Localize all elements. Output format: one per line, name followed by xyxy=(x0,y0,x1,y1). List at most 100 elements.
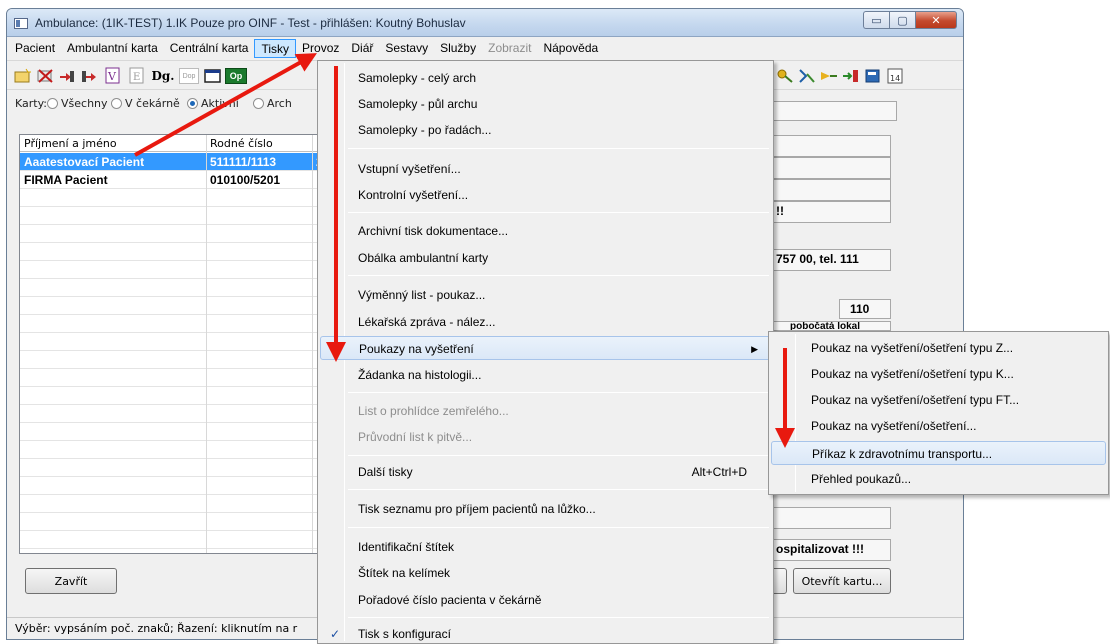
menu-item-kontrolni[interactable]: Kontrolní vyšetření... xyxy=(320,183,771,207)
v-icon[interactable]: V xyxy=(103,66,123,86)
menu-item-tisk-seznamu[interactable]: Tisk seznamu pro příjem pacientů na lůžk… xyxy=(320,497,771,521)
menu-centralni-karta[interactable]: Centrální karta xyxy=(164,39,255,58)
table-row[interactable] xyxy=(20,369,320,387)
delete-card-icon[interactable] xyxy=(35,66,55,86)
filter-archive[interactable]: Arch xyxy=(253,97,292,110)
menu-tisky[interactable]: Tisky xyxy=(254,39,297,58)
menu-item-tisk-konfigurace[interactable]: ✓ Tisk s konfigurací xyxy=(320,622,771,644)
menu-item-archivni[interactable]: Archivní tisk dokumentace... xyxy=(320,219,771,243)
table-row[interactable] xyxy=(20,279,320,297)
submenu-item-poukaz[interactable]: Poukaz na vyšetření/ošetření... xyxy=(771,414,1106,438)
menu-item-label: Tisk s konfigurací xyxy=(358,627,451,641)
open-card-button[interactable]: Otevřít kartu... xyxy=(793,568,891,594)
close-window-button[interactable]: ✕ xyxy=(915,11,957,29)
arrow-in-icon[interactable] xyxy=(841,66,861,86)
menu-item-stitek-kelimek[interactable]: Štítek na kelímek xyxy=(320,561,771,585)
menu-zobrazit[interactable]: Zobrazit xyxy=(482,39,537,58)
table-row[interactable] xyxy=(20,297,320,315)
window-icon[interactable] xyxy=(203,66,223,86)
table-row[interactable] xyxy=(20,423,320,441)
table-row[interactable]: FIRMA Pacient 010100/5201 xyxy=(20,171,320,189)
menu-item-poradove-cislo[interactable]: Pořadové číslo pacienta v čekárně xyxy=(320,588,771,612)
transfer-icon[interactable] xyxy=(797,66,817,86)
radio-selected-icon xyxy=(187,98,198,109)
table-row[interactable] xyxy=(20,477,320,495)
menu-separator xyxy=(348,617,769,618)
table-row[interactable] xyxy=(20,513,320,531)
info-field xyxy=(767,135,891,157)
menu-item-obalka[interactable]: Obálka ambulantní karty xyxy=(320,246,771,270)
book-icon[interactable] xyxy=(863,66,883,86)
filter-active[interactable]: Aktivní xyxy=(187,97,239,110)
table-row[interactable] xyxy=(20,459,320,477)
diagnosis-icon[interactable]: Dg. xyxy=(149,66,177,86)
info-field xyxy=(767,101,897,121)
submenu-item-typ-k[interactable]: Poukaz na vyšetření/ošetření typu K... xyxy=(771,362,1106,386)
menu-sluzby[interactable]: Služby xyxy=(434,39,482,58)
menu-diar[interactable]: Diář xyxy=(345,39,379,58)
status-text: Výběr: vypsáním poč. znaků; Řazení: klik… xyxy=(15,622,298,635)
menu-item-dalsi-tisky[interactable]: Další tisky Alt+Ctrl+D xyxy=(320,460,771,484)
menu-item-label: Identifikační štítek xyxy=(358,540,455,554)
table-row[interactable]: Aaatestovací Pacient 511111/1113 2 xyxy=(20,153,320,171)
calendar-icon[interactable]: 14 xyxy=(885,66,905,86)
filter-all[interactable]: Všechny xyxy=(47,97,108,110)
menu-item-label: Štítek na kelímek xyxy=(358,566,451,580)
menu-item-samolepky-cely[interactable]: Samolepky - celý arch xyxy=(320,66,771,90)
menu-item-lekarska[interactable]: Lékařská zpráva - nález... xyxy=(320,310,771,334)
op-icon[interactable]: Op xyxy=(225,68,247,84)
patient-list[interactable]: Příjmení a jméno Rodné číslo F Aaatestov… xyxy=(19,134,321,554)
table-row[interactable] xyxy=(20,315,320,333)
warning-field: !! xyxy=(767,201,891,223)
e-icon[interactable]: E xyxy=(127,66,147,86)
minimize-button[interactable]: ▭ xyxy=(863,11,889,29)
menu-item-label: Lékařská zpráva - nález... xyxy=(358,315,496,329)
menu-item-samolepky-pul[interactable]: Samolepky - půl archu xyxy=(320,92,771,116)
menu-item-label: List o prohlídce zemřelého... xyxy=(358,404,509,418)
submenu-item-prehled[interactable]: Přehled poukazů... xyxy=(771,467,1106,491)
menu-item-label: Poukaz na vyšetření/ošetření... xyxy=(811,419,977,433)
discharge-patient-icon[interactable] xyxy=(79,66,99,86)
table-row[interactable] xyxy=(20,351,320,369)
menu-sestavy[interactable]: Sestavy xyxy=(379,39,434,58)
menu-item-label: Poukazy na vyšetření xyxy=(359,342,474,356)
menu-item-pruvodni-list[interactable]: Průvodní list k pitvě... xyxy=(320,425,771,449)
menu-item-vymenny[interactable]: Výměnný list - poukaz... xyxy=(320,283,771,307)
filter-waiting[interactable]: V čekárně xyxy=(111,97,180,110)
table-row[interactable] xyxy=(20,495,320,513)
menu-item-list-zemreleho[interactable]: List o prohlídce zemřelého... xyxy=(320,399,771,423)
menu-ambulantni-karta[interactable]: Ambulantní karta xyxy=(61,39,164,58)
table-row[interactable] xyxy=(20,261,320,279)
menu-napoveda[interactable]: Nápověda xyxy=(537,39,604,58)
table-row[interactable] xyxy=(20,441,320,459)
table-row[interactable] xyxy=(20,333,320,351)
dop-icon[interactable]: Dop xyxy=(179,68,199,84)
menu-item-samolepky-rady[interactable]: Samolepky - po řadách... xyxy=(320,118,771,142)
table-row[interactable] xyxy=(20,243,320,261)
table-row[interactable] xyxy=(20,207,320,225)
menu-item-zadanka[interactable]: Žádanka na histologii... xyxy=(320,363,771,387)
submenu-item-transport[interactable]: Příkaz k zdravotnímu transportu... xyxy=(771,441,1106,465)
menu-pacient[interactable]: Pacient xyxy=(9,39,61,58)
table-row[interactable] xyxy=(20,225,320,243)
close-button[interactable]: Zavřít xyxy=(25,568,117,594)
table-row[interactable] xyxy=(20,387,320,405)
table-row[interactable] xyxy=(20,405,320,423)
menu-item-identifikacni[interactable]: Identifikační štítek xyxy=(320,535,771,559)
title-bar[interactable]: Ambulance: (1IK-TEST) 1.IK Pouze pro OIN… xyxy=(7,9,963,37)
submenu-item-typ-ft[interactable]: Poukaz na vyšetření/ošetření typu FT... xyxy=(771,388,1106,412)
col-rc-header[interactable]: Rodné číslo xyxy=(210,137,273,150)
menu-item-vstupni[interactable]: Vstupní vyšetření... xyxy=(320,157,771,181)
submenu-item-typ-z[interactable]: Poukaz na vyšetření/ošetření typu Z... xyxy=(771,336,1106,360)
admit-patient-icon[interactable] xyxy=(57,66,77,86)
new-card-icon[interactable] xyxy=(13,66,33,86)
table-row[interactable] xyxy=(20,189,320,207)
maximize-button[interactable]: ▢ xyxy=(889,11,915,29)
send-icon[interactable] xyxy=(819,66,839,86)
col-name-header[interactable]: Příjmení a jméno xyxy=(24,137,117,150)
menu-item-label: Samolepky - po řadách... xyxy=(358,123,492,137)
table-row[interactable] xyxy=(20,531,320,549)
key-icon[interactable] xyxy=(775,66,795,86)
menu-provoz[interactable]: Provoz xyxy=(296,39,345,58)
menu-item-poukazy[interactable]: Poukazy na vyšetření ▶ xyxy=(320,336,771,360)
